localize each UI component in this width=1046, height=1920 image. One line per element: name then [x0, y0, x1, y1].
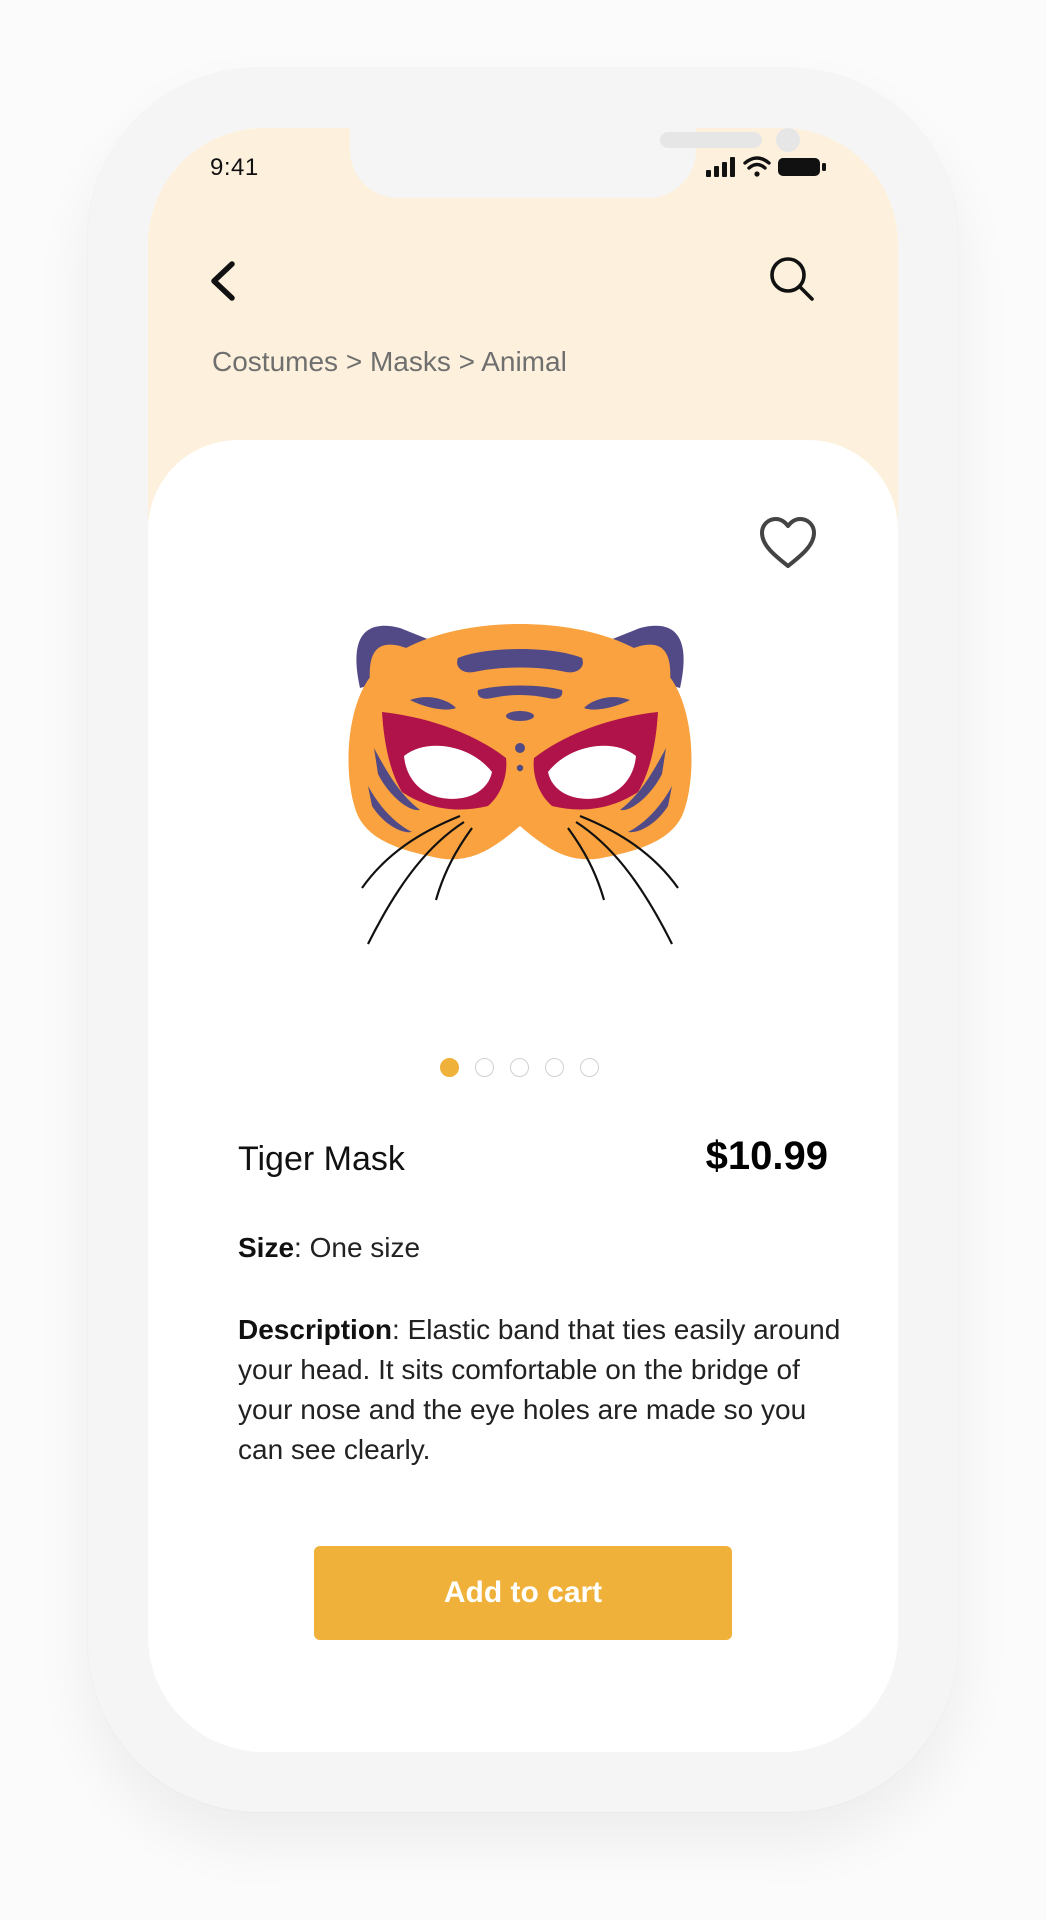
carousel-dot-3[interactable]	[510, 1058, 529, 1077]
product-size: Size: One size	[238, 1232, 420, 1264]
front-camera	[776, 128, 800, 152]
wifi-icon	[743, 156, 771, 177]
favorite-button[interactable]	[754, 512, 822, 574]
size-value: One size	[309, 1232, 421, 1263]
tiger-mask-image	[348, 624, 692, 945]
tiger-mask-illustration	[348, 624, 692, 945]
breadcrumb[interactable]: Costumes > Masks > Animal	[212, 346, 567, 378]
product-price: $10.99	[705, 1134, 828, 1178]
device-notch	[350, 128, 800, 198]
add-to-cart-button[interactable]: Add to cart	[314, 1546, 732, 1640]
back-button[interactable]	[198, 244, 258, 314]
heart-outline-icon	[760, 517, 816, 568]
status-time: 9:41	[210, 154, 259, 181]
description-label: Description	[238, 1314, 393, 1345]
description-separator: :	[392, 1314, 408, 1345]
search-button[interactable]	[756, 244, 828, 316]
battery-icon	[778, 158, 826, 176]
carousel-indicators	[440, 1058, 599, 1077]
size-label: Size	[238, 1232, 295, 1263]
size-separator: :	[294, 1232, 310, 1263]
chevron-left-icon	[211, 261, 235, 301]
app-screen: 9:41 Costumes > Masks > Animal Tiger Mas…	[148, 128, 898, 1752]
carousel-dot-5[interactable]	[580, 1058, 599, 1077]
carousel-dot-4[interactable]	[545, 1058, 564, 1077]
carousel-dot-2[interactable]	[475, 1058, 494, 1077]
search-icon	[770, 257, 814, 301]
product-description: Description: Elastic band that ties easi…	[238, 1310, 858, 1470]
speaker-grille	[660, 132, 762, 148]
status-icons	[706, 156, 826, 177]
cellular-signal-icon	[706, 157, 735, 177]
carousel-dot-1[interactable]	[440, 1058, 459, 1077]
product-name: Tiger Mask	[238, 1140, 405, 1178]
